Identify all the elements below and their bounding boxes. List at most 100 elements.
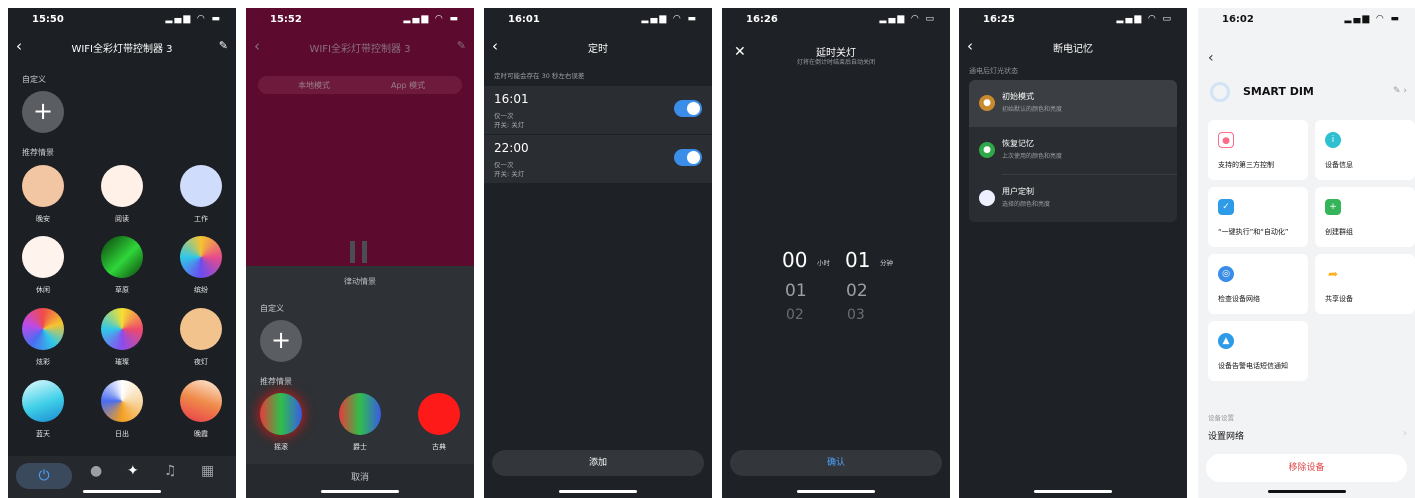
edit-icon[interactable]: ✎ [457,39,466,52]
card-alert-notify[interactable]: ▲ 设备告警电话短信通知 [1208,321,1308,381]
option-restore[interactable]: ● 恢复记忆 上次使用的颜色和亮度 [969,127,1177,174]
scene-label: 夜灯 [194,358,208,366]
mode-app-tab[interactable]: App 模式 [391,80,425,91]
card-create-group[interactable]: + 创建群组 [1315,187,1415,247]
scene-item[interactable]: 晚霞 [171,380,231,439]
network-icon: ◎ [1218,266,1234,282]
group-icon: + [1325,199,1341,215]
scene-item[interactable]: 古典 [409,393,469,452]
device-name: SMART DIM [1243,85,1314,98]
card-network-check[interactable]: ◎ 检查设备网络 [1208,254,1308,314]
scene-item[interactable]: 草原 [92,236,152,295]
nav-bar: ‹ 定时 [484,36,712,58]
tab-power[interactable]: ⏻ [16,463,72,489]
scene-item[interactable]: 日出 [92,380,152,439]
option-desc: 上次使用的颜色和亮度 [1002,153,1063,160]
add-timer-button[interactable]: 添加 [492,450,704,476]
scene-label: 晚安 [36,215,50,223]
option-desc: 选择的颜色和亮度 [1002,201,1051,208]
scene-item[interactable]: 炫彩 [13,308,73,367]
timer-toggle[interactable] [674,100,702,117]
scene-label: 缤纷 [194,286,208,294]
tab-more[interactable]: ▦ [201,463,214,479]
status-bar: 16:26 ▂▄▆ ◠ ▭ [722,8,950,32]
timer-toggle[interactable] [674,149,702,166]
status-time: 16:01 [508,14,540,25]
option-custom[interactable]: 用户定制 选择的颜色和亮度 [969,175,1177,222]
sheet-title: 律动情景 [344,277,376,286]
timer-time: 22:00 [494,141,529,155]
scene-item[interactable]: 工作 [171,165,231,224]
card-label: “一键执行”和“自动化” [1218,228,1289,236]
option-default[interactable]: ● 初始模式 初始默认的颜色和亮度 [969,80,1177,127]
schedule-screen: 16:01 ▂▄▆ ◠ ▬ ‹ 定时 定时可能会存在 30 秒左右误差 16:0… [484,8,712,498]
scene-item[interactable]: 阅读 [92,165,152,224]
home-indicator [83,490,161,493]
nav-bar: ‹ WIFI全彩灯带控制器 3 ✎ [246,36,474,58]
scene-swatch [339,393,381,435]
card-share-device[interactable]: ➦ 共享设备 [1315,254,1415,314]
scene-swatch [180,236,222,278]
home-indicator [1267,490,1346,493]
share-icon: ➦ [1325,266,1341,282]
scene-item[interactable]: 夜灯 [171,308,231,367]
scene-label: 草原 [115,286,129,294]
setting-row-network[interactable]: 设置网络 › [1198,424,1415,448]
scene-swatch [22,236,64,278]
status-icons: ▂▄▆ ◠ ▬ [1344,14,1401,24]
scene-item[interactable]: 爵士 [330,393,390,452]
scene-item[interactable]: 缤纷 [171,236,231,295]
minute-option[interactable]: 03 [847,307,865,323]
device-icon [1210,82,1230,102]
card-automation[interactable]: ✓ “一键执行”和“自动化” [1208,187,1308,247]
timer-action: 开关: 关灯 [494,121,525,129]
scene-swatch [22,165,64,207]
hour-value[interactable]: 00 [782,248,807,272]
scene-item[interactable]: 蓝天 [13,380,73,439]
timer-row[interactable]: 16:01 仅一次 开关: 关灯 [484,86,712,134]
scene-swatch [101,380,143,422]
home-indicator [797,490,875,493]
scene-swatch [101,165,143,207]
back-icon[interactable]: ‹ [1208,50,1214,66]
scene-label: 爵士 [353,443,367,451]
tab-music[interactable]: ♫ [164,463,177,479]
minute-option[interactable]: 02 [846,281,868,301]
tab-scene[interactable]: ✦ [127,463,139,479]
scene-label: 炫彩 [36,358,50,366]
status-icons: ▂▄▆ ◠ ▬ [641,14,698,24]
scene-item[interactable]: 休闲 [13,236,73,295]
timer-row[interactable]: 22:00 仅一次 开关: 关灯 [484,135,712,183]
scene-swatch [418,393,460,435]
status-time: 16:02 [1222,14,1254,25]
scene-item[interactable]: 摇滚 [251,393,311,452]
remove-device-button[interactable]: 移除设备 [1206,454,1407,482]
bell-icon: ▲ [1218,333,1234,349]
mode-switch[interactable]: 本地模式 App 模式 [258,76,462,94]
pause-icon[interactable] [350,241,370,263]
confirm-button[interactable]: 确认 [730,450,942,476]
edit-icon[interactable]: ✎ [219,39,228,52]
card-device-info[interactable]: i 设备信息 [1315,120,1415,180]
page-title: WIFI全彩灯带控制器 3 [309,44,411,55]
scene-item[interactable]: 晚安 [13,165,73,224]
scene-label: 摇滚 [274,443,288,451]
scene-label: 璀璨 [115,358,129,366]
page-subtitle: 灯将在倒计时结束后自动关闭 [796,59,875,66]
card-third-party[interactable]: ● 支持的第三方控制 [1208,120,1308,180]
card-label: 创建群组 [1325,228,1353,236]
add-custom-button[interactable]: + [260,320,302,362]
mode-local-tab[interactable]: 本地模式 [298,80,330,91]
add-custom-button[interactable]: + [22,91,64,133]
scene-item[interactable]: 璀璨 [92,308,152,367]
minute-value[interactable]: 01 [845,248,870,272]
status-bar: 15:52 ▂▄▆ ◠ ▬ [246,8,474,32]
tab-light[interactable]: ● [90,463,102,479]
status-icons: ▂▄▆ ◠ ▭ [879,14,936,24]
timer-action: 开关: 关灯 [494,170,525,178]
edit-icon[interactable]: ✎ › [1393,86,1407,96]
scene-swatch [101,236,143,278]
hour-option[interactable]: 02 [786,307,804,323]
card-label: 设备告警电话短信通知 [1218,362,1288,370]
hour-option[interactable]: 01 [785,281,807,301]
